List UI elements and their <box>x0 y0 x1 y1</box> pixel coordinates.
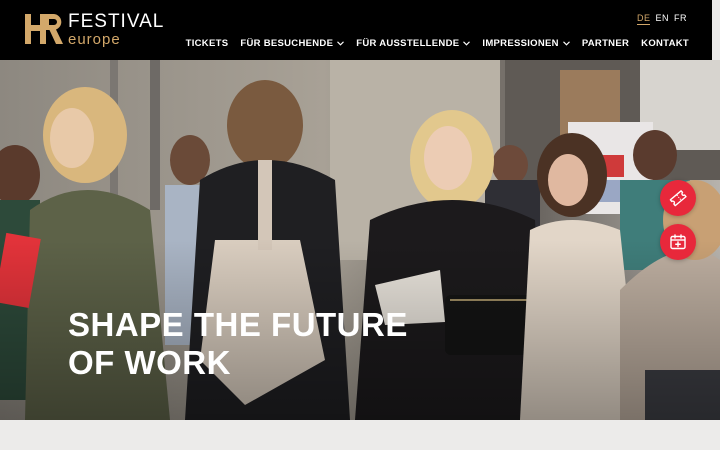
lang-en[interactable]: EN <box>655 13 669 25</box>
nav-label: KONTAKT <box>641 38 689 49</box>
nav-label: FÜR AUSSTELLENDE <box>356 38 460 49</box>
nav-label: FÜR BESUCHENDE <box>240 38 334 49</box>
nav-tickets[interactable]: TICKETS <box>186 38 229 49</box>
site-logo[interactable]: FESTIVAL europe <box>22 11 164 47</box>
tickets-floating-button[interactable] <box>660 180 696 216</box>
hero-headline-line2: OF WORK <box>68 344 231 381</box>
page: FESTIVAL europe DE EN FR TICKETS FÜR BES… <box>0 0 720 450</box>
nav-label: TICKETS <box>185 38 229 49</box>
calendar-plus-icon <box>670 234 686 250</box>
hr-logo-icon <box>25 14 63 44</box>
content-area-top <box>0 420 720 450</box>
logo-line2: europe <box>68 30 121 48</box>
site-header: FESTIVAL europe DE EN FR TICKETS FÜR BES… <box>0 0 712 60</box>
lang-fr[interactable]: FR <box>674 13 687 25</box>
lang-de[interactable]: DE <box>636 13 651 25</box>
nav-impressionen[interactable]: IMPRESSIONEN <box>482 38 570 49</box>
main-nav: TICKETS FÜR BESUCHENDE FÜR AUSSTELLENDE … <box>186 38 689 49</box>
chevron-down-icon <box>562 41 570 46</box>
nav-fuer-ausstellende[interactable]: FÜR AUSSTELLENDE <box>356 38 471 49</box>
nav-fuer-besuchende[interactable]: FÜR BESUCHENDE <box>240 38 345 49</box>
logo-line1: FESTIVAL <box>68 10 165 32</box>
nav-partner[interactable]: PARTNER <box>582 38 629 49</box>
language-switcher: DE EN FR <box>636 13 687 25</box>
hero-section: SHAPE THE FUTURE OF WORK <box>0 60 720 420</box>
hero-headline: SHAPE THE FUTURE OF WORK <box>68 306 408 382</box>
calendar-floating-button[interactable] <box>660 224 696 260</box>
chevron-down-icon <box>337 41 345 46</box>
chevron-down-icon <box>463 41 471 46</box>
hero-headline-line1: SHAPE THE FUTURE <box>68 306 408 343</box>
nav-kontakt[interactable]: KONTAKT <box>641 38 689 49</box>
nav-label: PARTNER <box>581 38 630 49</box>
nav-label: IMPRESSIONEN <box>482 38 559 49</box>
ticket-icon <box>669 190 687 207</box>
